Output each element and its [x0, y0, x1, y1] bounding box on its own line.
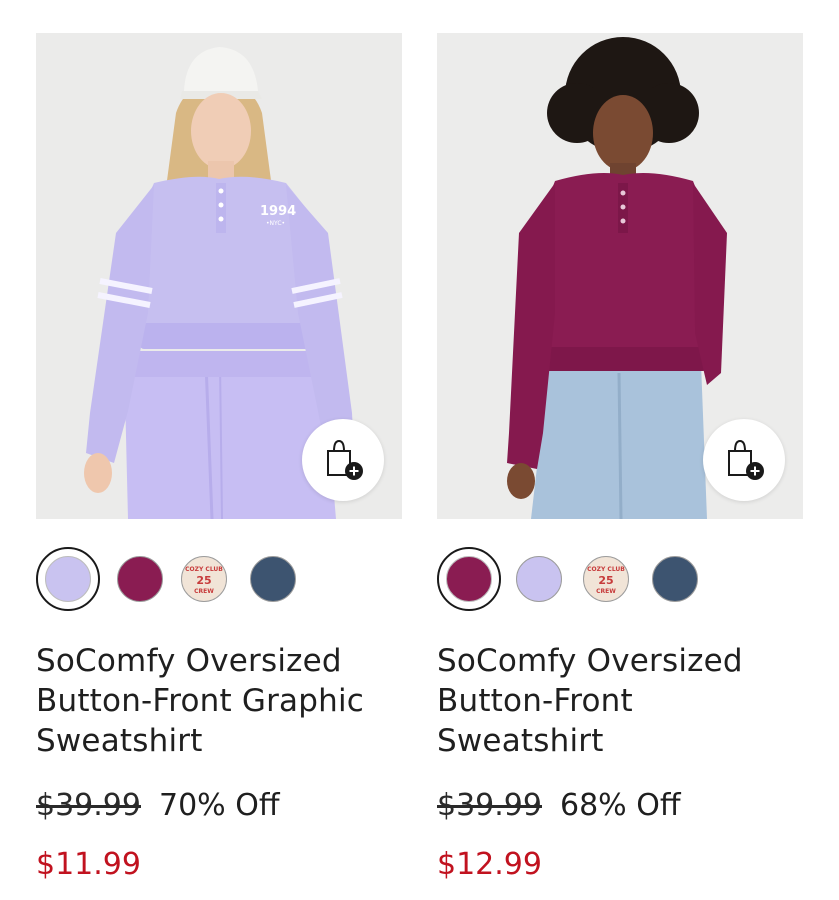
swatch-color [44, 555, 91, 602]
swatch-navy[interactable] [241, 547, 305, 611]
graphic-nyc: •NYC• [266, 220, 285, 227]
sale-price: $11.99 [36, 847, 141, 882]
sale-price: $12.99 [437, 847, 542, 882]
swatch-color [117, 556, 163, 602]
swatch-cozy-club[interactable]: COZY CLUB 25 CREW [172, 547, 236, 611]
swatch-color [516, 556, 562, 602]
original-price: $39.99 [36, 787, 141, 823]
swatch-color [445, 555, 492, 602]
svg-text:COZY CLUB: COZY CLUB [587, 566, 625, 573]
svg-text:COZY CLUB: COZY CLUB [185, 566, 223, 573]
discount-label: 70% Off [158, 787, 280, 823]
price-row: $39.99 70% Off [36, 785, 402, 825]
swatch-plum[interactable] [437, 547, 501, 611]
discount-label: 68% Off [559, 787, 681, 823]
product-image[interactable] [437, 33, 803, 519]
product-title[interactable]: SoComfy Oversized Button-Front Graphic S… [36, 641, 406, 761]
color-swatches: COZY CLUB 25 CREW [437, 547, 803, 611]
product-card[interactable]: COZY CLUB 25 CREW SoComfy Oversized Butt… [437, 33, 803, 882]
product-card[interactable]: 1994 •NYC• COZY CLUB 25 CREW SoComfy Ove… [36, 33, 402, 882]
swatch-cozy-club[interactable]: COZY CLUB 25 CREW [574, 547, 638, 611]
cozy-club-graphic: COZY CLUB 25 CREW [587, 566, 625, 595]
swatch-plum[interactable] [108, 547, 172, 611]
svg-text:25: 25 [196, 574, 211, 587]
shopping-bag-plus-icon [728, 439, 764, 480]
shopping-bag-plus-icon [327, 439, 363, 480]
graphic-1994: 1994 [260, 204, 296, 219]
svg-text:CREW: CREW [596, 588, 616, 595]
swatch-pattern: COZY CLUB 25 CREW [181, 556, 227, 602]
color-swatches: COZY CLUB 25 CREW [36, 547, 402, 611]
swatch-color [652, 556, 698, 602]
swatch-lavender[interactable] [36, 547, 100, 611]
price-row: $39.99 68% Off [437, 785, 803, 825]
original-price: $39.99 [437, 787, 542, 823]
svg-text:CREW: CREW [194, 588, 214, 595]
swatch-pattern: COZY CLUB 25 CREW [583, 556, 629, 602]
svg-text:25: 25 [598, 574, 613, 587]
swatch-lavender[interactable] [507, 547, 571, 611]
product-image[interactable]: 1994 •NYC• [36, 33, 402, 519]
add-to-bag-button[interactable] [703, 419, 785, 501]
product-title[interactable]: SoComfy Oversized Button-Front Sweatshir… [437, 641, 807, 761]
add-to-bag-button[interactable] [302, 419, 384, 501]
swatch-navy[interactable] [643, 547, 707, 611]
swatch-color [250, 556, 296, 602]
cozy-club-graphic: COZY CLUB 25 CREW [185, 566, 223, 595]
